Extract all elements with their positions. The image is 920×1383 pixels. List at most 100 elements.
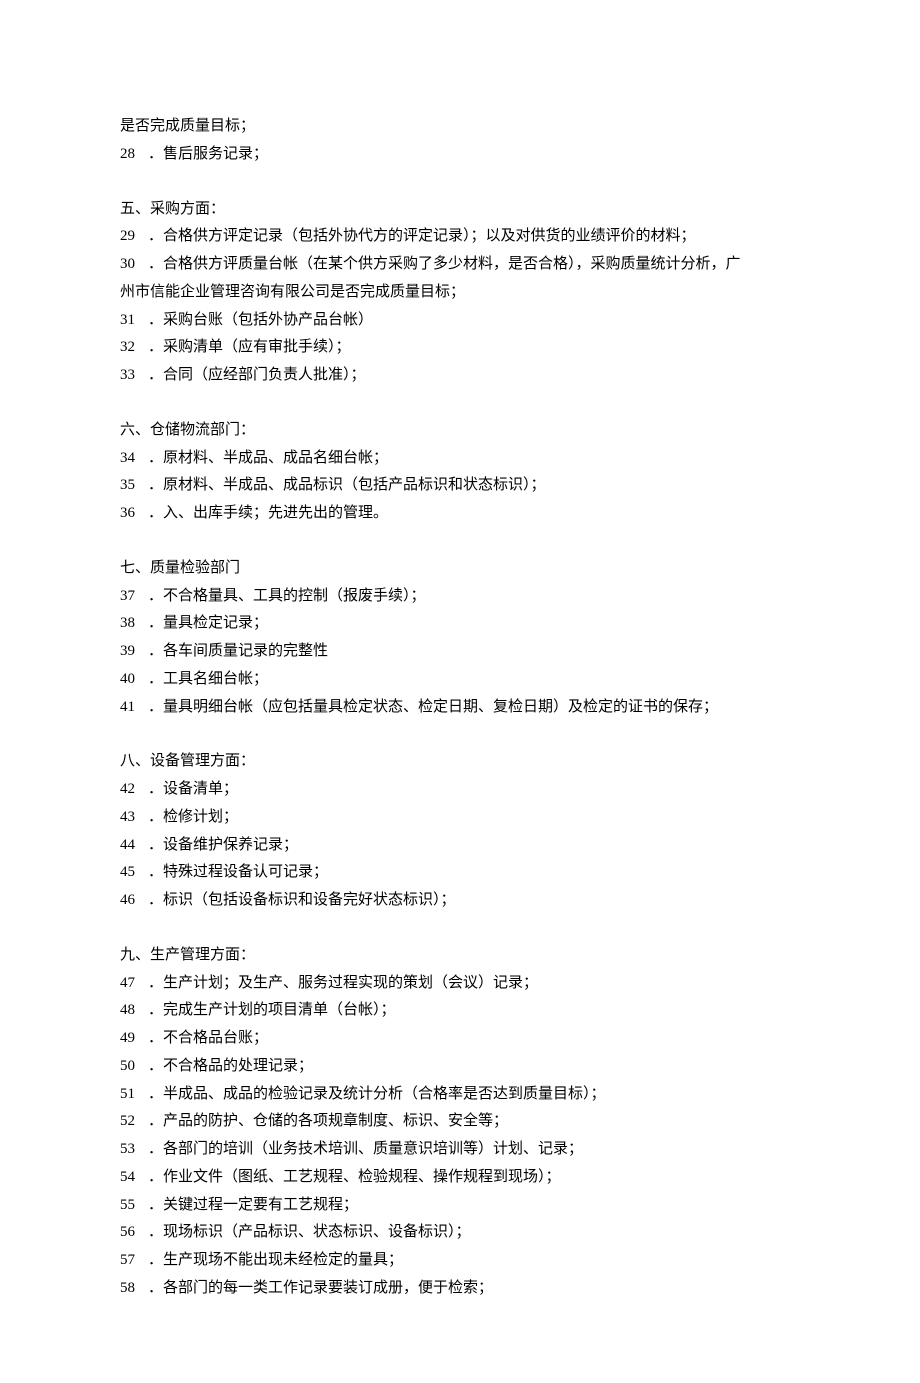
section-heading: 八、设备管理方面： [120, 748, 800, 776]
item-number: 44 [120, 832, 148, 860]
numbered-item: 33．合同（应经部门负责人批准）； [120, 362, 800, 390]
continuation-text: 州市信能企业管理咨询有限公司是否完成质量目标； [120, 279, 800, 307]
item-text: ．现场标识（产品标识、状态标识、设备标识）； [148, 1219, 800, 1247]
numbered-item: 29．合格供方评定记录（包括外协代方的评定记录）；以及对供货的业绩评价的材料； [120, 223, 800, 251]
item-number: 30 [120, 251, 148, 279]
numbered-item: 37．不合格量具、工具的控制（报废手续）； [120, 583, 800, 611]
numbered-item: 31．采购台账（包括外协产品台帐） [120, 307, 800, 335]
item-text: ．半成品、成品的检验记录及统计分析（合格率是否达到质量目标）； [148, 1081, 800, 1109]
numbered-item: 50．不合格品的处理记录； [120, 1053, 800, 1081]
intro-text: 是否完成质量目标； [120, 113, 800, 141]
item-text: ．合同（应经部门负责人批准）； [148, 362, 800, 390]
numbered-item: 54．作业文件（图纸、工艺规程、检验规程、操作规程到现场）； [120, 1164, 800, 1192]
numbered-item: 42．设备清单； [120, 776, 800, 804]
item-number: 29 [120, 223, 148, 251]
item-number: 56 [120, 1219, 148, 1247]
item-text: ．各部门的培训（业务技术培训、质量意识培训等）计划、记录； [148, 1136, 800, 1164]
item-text: ．合格供方评定记录（包括外协代方的评定记录）；以及对供货的业绩评价的材料； [148, 223, 800, 251]
numbered-item: 30．合格供方评质量台帐（在某个供方采购了多少材料，是否合格），采购质量统计分析… [120, 251, 800, 279]
item-text: ．特殊过程设备认可记录； [148, 859, 800, 887]
item-number: 43 [120, 804, 148, 832]
item-text: ．各部门的每一类工作记录要装订成册，便于检索； [148, 1275, 800, 1303]
item-number: 38 [120, 610, 148, 638]
section-gap [120, 390, 800, 417]
item-text: ．量具明细台帐（应包括量具检定状态、检定日期、复检日期）及检定的证书的保存； [148, 694, 800, 722]
section-heading: 七、质量检验部门 [120, 555, 800, 583]
item-number: 32 [120, 334, 148, 362]
numbered-item: 58．各部门的每一类工作记录要装订成册，便于检索； [120, 1275, 800, 1303]
numbered-item: 55．关键过程一定要有工艺规程； [120, 1192, 800, 1220]
numbered-item: 28．售后服务记录； [120, 141, 800, 169]
item-number: 47 [120, 970, 148, 998]
item-number: 55 [120, 1192, 148, 1220]
item-text: ．标识（包括设备标识和设备完好状态标识）； [148, 887, 800, 915]
item-number: 34 [120, 445, 148, 473]
item-number: 50 [120, 1053, 148, 1081]
item-text: ．设备清单； [148, 776, 800, 804]
item-number: 35 [120, 472, 148, 500]
numbered-item: 32．采购清单（应有审批手续）； [120, 334, 800, 362]
section-gap [120, 169, 800, 196]
item-number: 58 [120, 1275, 148, 1303]
item-text: ．采购台账（包括外协产品台帐） [148, 307, 800, 335]
numbered-item: 49．不合格品台账； [120, 1025, 800, 1053]
item-text: ．不合格品台账； [148, 1025, 800, 1053]
item-number: 57 [120, 1247, 148, 1275]
item-text: ．工具名细台帐； [148, 666, 800, 694]
section-gap [120, 721, 800, 748]
item-text: ．合格供方评质量台帐（在某个供方采购了多少材料，是否合格），采购质量统计分析，广 [148, 251, 800, 279]
section-gap [120, 528, 800, 555]
sections-container: 五、采购方面：29．合格供方评定记录（包括外协代方的评定记录）；以及对供货的业绩… [120, 169, 800, 1303]
item-text: ．售后服务记录； [148, 141, 800, 169]
document-body: 是否完成质量目标；28．售后服务记录； 五、采购方面：29．合格供方评定记录（包… [120, 113, 800, 1303]
item-number: 54 [120, 1164, 148, 1192]
item-text: ．作业文件（图纸、工艺规程、检验规程、操作规程到现场）； [148, 1164, 800, 1192]
item-number: 41 [120, 694, 148, 722]
numbered-item: 47．生产计划；及生产、服务过程实现的策划（会议）记录； [120, 970, 800, 998]
item-text: ．完成生产计划的项目清单（台帐）； [148, 997, 800, 1025]
numbered-item: 53．各部门的培训（业务技术培训、质量意识培训等）计划、记录； [120, 1136, 800, 1164]
item-text: ．采购清单（应有审批手续）； [148, 334, 800, 362]
item-text: ．设备维护保养记录； [148, 832, 800, 860]
item-text: ．不合格量具、工具的控制（报废手续）； [148, 583, 800, 611]
item-text: ．量具检定记录； [148, 610, 800, 638]
item-number: 53 [120, 1136, 148, 1164]
intro-section: 是否完成质量目标；28．售后服务记录； [120, 113, 800, 169]
numbered-item: 35．原材料、半成品、成品标识（包括产品标识和状态标识）； [120, 472, 800, 500]
item-text: ．原材料、半成品、成品名细台帐； [148, 445, 800, 473]
numbered-item: 51．半成品、成品的检验记录及统计分析（合格率是否达到质量目标）； [120, 1081, 800, 1109]
item-number: 51 [120, 1081, 148, 1109]
numbered-item: 36．入、出库手续；先进先出的管理。 [120, 500, 800, 528]
section-heading: 六、仓储物流部门： [120, 417, 800, 445]
numbered-item: 39．各车间质量记录的完整性 [120, 638, 800, 666]
item-number: 37 [120, 583, 148, 611]
item-number: 39 [120, 638, 148, 666]
item-number: 40 [120, 666, 148, 694]
numbered-item: 46．标识（包括设备标识和设备完好状态标识）； [120, 887, 800, 915]
item-text: ．检修计划； [148, 804, 800, 832]
numbered-item: 44．设备维护保养记录； [120, 832, 800, 860]
section-gap [120, 915, 800, 942]
item-text: ．入、出库手续；先进先出的管理。 [148, 500, 800, 528]
numbered-item: 57．生产现场不能出现未经检定的量具； [120, 1247, 800, 1275]
item-number: 33 [120, 362, 148, 390]
item-number: 31 [120, 307, 148, 335]
numbered-item: 48．完成生产计划的项目清单（台帐）； [120, 997, 800, 1025]
section-heading: 九、生产管理方面： [120, 942, 800, 970]
numbered-item: 56．现场标识（产品标识、状态标识、设备标识）； [120, 1219, 800, 1247]
numbered-item: 40．工具名细台帐； [120, 666, 800, 694]
item-number: 28 [120, 141, 148, 169]
item-number: 46 [120, 887, 148, 915]
item-text: ．生产现场不能出现未经检定的量具； [148, 1247, 800, 1275]
item-text: ．产品的防护、仓储的各项规章制度、标识、安全等； [148, 1108, 800, 1136]
item-text: ．各车间质量记录的完整性 [148, 638, 800, 666]
item-number: 49 [120, 1025, 148, 1053]
item-number: 45 [120, 859, 148, 887]
item-number: 48 [120, 997, 148, 1025]
numbered-item: 43．检修计划； [120, 804, 800, 832]
numbered-item: 45．特殊过程设备认可记录； [120, 859, 800, 887]
numbered-item: 34．原材料、半成品、成品名细台帐； [120, 445, 800, 473]
item-text: ．原材料、半成品、成品标识（包括产品标识和状态标识）； [148, 472, 800, 500]
item-number: 52 [120, 1108, 148, 1136]
numbered-item: 41．量具明细台帐（应包括量具检定状态、检定日期、复检日期）及检定的证书的保存； [120, 694, 800, 722]
